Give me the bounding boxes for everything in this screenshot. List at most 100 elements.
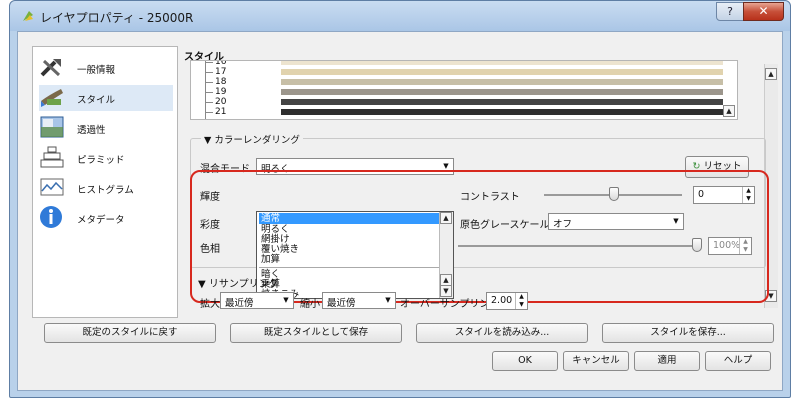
transparency-icon	[40, 116, 64, 138]
sidebar-item-label: 一般情報	[77, 65, 116, 76]
blend-mode-dropdown-list[interactable]: 通常 明るく 網掛け 覆い焼き 加算 暗く 乗算 焼きこみ ▲ ▲ ▼	[256, 211, 454, 299]
hue-strength-slider-track[interactable]	[458, 245, 694, 247]
ramp-value: 16	[215, 60, 227, 67]
sidebar-item-metadata[interactable]: メタデータ	[39, 205, 173, 231]
ramp-value: 17	[215, 67, 227, 77]
ramp-row: 16	[191, 60, 731, 67]
grayscale-value: オフ	[553, 219, 573, 230]
vertical-scrollbar[interactable]: ▲ ▼	[764, 64, 778, 308]
zoom-in-label: 拡大	[200, 299, 220, 310]
collapse-arrow-icon: ▼	[198, 279, 206, 290]
group-title-label: カラーレンダリング	[214, 135, 300, 146]
histogram-icon	[40, 178, 64, 196]
sidebar-item-label: ピラミッド	[77, 155, 125, 166]
spin-arrows-icon[interactable]: ▲ ▼	[515, 293, 527, 309]
blend-mode-label: 混合モード	[200, 164, 250, 175]
grayscale-label: 原色グレースケール	[460, 220, 550, 231]
qgis-logo-icon	[23, 11, 33, 21]
contrast-spinbox[interactable]: 0 ▲ ▼	[693, 186, 755, 204]
blend-mode-select[interactable]: 明るく ▼	[256, 158, 454, 175]
chevron-down-icon: ▼	[385, 296, 391, 304]
title-bar[interactable]: レイヤプロパティ - 25000R ? ✕	[10, 1, 790, 31]
chevron-down-icon: ▼	[283, 296, 289, 304]
sidebar-item-pyramid[interactable]: ピラミッド	[39, 145, 173, 171]
blend-option-addition[interactable]: 加算	[259, 254, 439, 265]
ramp-row: 18	[191, 77, 731, 87]
ok-button[interactable]: OK	[492, 351, 558, 371]
ramp-color-swatch	[281, 69, 723, 75]
contrast-label: コントラスト	[460, 192, 520, 203]
tree-tick	[205, 72, 213, 73]
blend-option-normal[interactable]: 通常	[259, 213, 439, 224]
oversampling-spinbox[interactable]: 2.00 ▲ ▼	[486, 292, 528, 310]
pyramid-icon	[40, 146, 64, 168]
ramp-color-swatch	[281, 61, 723, 65]
help-title-button[interactable]: ?	[716, 2, 744, 21]
zoom-in-select[interactable]: 最近傍 ▼	[220, 292, 294, 309]
hue-strength-slider-thumb[interactable]	[692, 238, 702, 252]
spin-arrows-icon[interactable]: ▲ ▼	[739, 238, 751, 254]
scroll-down-button[interactable]: ▼	[765, 290, 777, 302]
ramp-row: 17	[191, 67, 731, 77]
group-title-color-rendering[interactable]: ▼ カラーレンダリング	[201, 132, 303, 146]
brush-icon	[41, 89, 63, 107]
blend-mode-value: 明るく	[261, 164, 290, 175]
ramp-value: 18	[215, 77, 227, 87]
help-button[interactable]: ヘルプ	[705, 351, 771, 371]
dropdown-scroll-up-button[interactable]: ▲	[440, 212, 452, 224]
sidebar-item-general[interactable]: 一般情報	[39, 55, 173, 81]
layer-properties-window: レイヤプロパティ - 25000R ? ✕ 一般情報 スタイル 透過性 ピラミッ…	[9, 0, 791, 398]
dialog-body: 一般情報 スタイル 透過性 ピラミッド ヒストグラム メタデータ スタイル 16…	[17, 31, 783, 391]
sidebar-item-label: ヒストグラム	[77, 185, 134, 196]
cancel-button[interactable]: キャンセル	[563, 351, 629, 371]
sidebar-item-histogram[interactable]: ヒストグラム	[39, 175, 173, 201]
ramp-row: 20	[191, 97, 731, 107]
apply-button[interactable]: 適用	[634, 351, 700, 371]
sidebar-item-label: 透過性	[77, 125, 106, 136]
sidebar-item-style[interactable]: スタイル	[39, 85, 173, 111]
tree-tick	[205, 62, 213, 63]
ramp-color-swatch	[281, 79, 723, 85]
load-style-button[interactable]: スタイルを読み込み...	[416, 323, 588, 343]
ramp-value: 19	[215, 87, 227, 97]
ramp-scroll-up-button[interactable]: ▲	[723, 105, 735, 117]
zoom-out-value: 最近傍	[327, 298, 356, 309]
sidebar-item-transparency[interactable]: 透過性	[39, 115, 173, 141]
zoom-in-value: 最近傍	[225, 298, 254, 309]
tree-tick	[205, 92, 213, 93]
contrast-slider-thumb[interactable]	[609, 187, 619, 201]
dropdown-scrollbar[interactable]: ▲ ▲ ▼	[439, 212, 453, 298]
ramp-row: 21	[191, 107, 731, 117]
tools-icon	[40, 59, 61, 77]
oversampling-value: 2.00	[491, 295, 513, 306]
scroll-up-button[interactable]: ▲	[765, 68, 777, 80]
ramp-color-swatch	[281, 89, 723, 95]
brightness-label: 輝度	[200, 192, 220, 203]
zoom-out-select[interactable]: 最近傍 ▼	[322, 292, 396, 309]
sidebar-item-label: スタイル	[77, 95, 116, 106]
restore-default-style-button[interactable]: 既定のスタイルに戻す	[44, 323, 216, 343]
spin-arrows-icon[interactable]: ▲ ▼	[742, 187, 754, 203]
hue-strength-spinbox[interactable]: 100% ▲ ▼	[708, 237, 752, 255]
save-style-button[interactable]: スタイルを保存...	[602, 323, 774, 343]
dropdown-separator	[259, 267, 439, 268]
zoom-out-label: 縮小	[300, 299, 320, 310]
window-title: レイヤプロパティ - 25000R	[40, 11, 194, 25]
info-icon	[40, 206, 62, 228]
color-ramp-list[interactable]: 16 17 18 19 20 21 ▲	[190, 60, 738, 120]
chevron-down-icon: ▼	[673, 217, 679, 225]
chevron-down-icon: ▼	[443, 162, 449, 170]
close-button[interactable]: ✕	[743, 2, 784, 21]
grayscale-select[interactable]: オフ ▼	[548, 213, 684, 230]
refresh-icon: ↻	[692, 161, 701, 172]
group-title-resampling[interactable]: ▼ リサンプリング	[198, 275, 279, 290]
reset-button-label: リセット	[703, 161, 742, 172]
tree-tick	[205, 112, 213, 113]
ramp-value: 20	[215, 97, 227, 107]
group-title-label: リサンプリング	[208, 279, 279, 290]
save-as-default-button[interactable]: 既定スタイルとして保存	[230, 323, 402, 343]
tree-tick	[205, 82, 213, 83]
reset-button[interactable]: ↻ リセット	[685, 156, 749, 178]
sidebar: 一般情報 スタイル 透過性 ピラミッド ヒストグラム メタデータ	[32, 46, 178, 318]
ramp-color-swatch	[281, 109, 723, 115]
